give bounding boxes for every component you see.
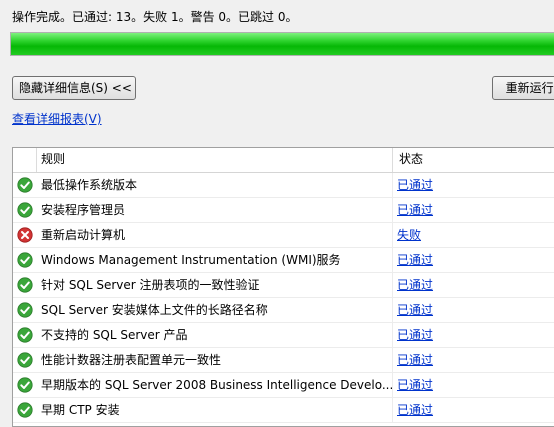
rule-name: 最低操作系统版本 (37, 173, 393, 197)
status-cell: 已通过 (393, 198, 554, 222)
check-circle-icon (13, 377, 37, 393)
table-row[interactable]: 重新启动计算机 失败 (13, 223, 554, 248)
check-circle-icon (13, 402, 37, 418)
x-circle-icon (13, 227, 37, 243)
table-row[interactable]: 最低操作系统版本 已通过 (13, 173, 554, 198)
table-row[interactable]: 针对 SQL Server 注册表项的一致性验证 已通过 (13, 273, 554, 298)
rule-name: Windows Management Instrumentation (WMI)… (37, 248, 393, 272)
status-link[interactable]: 已通过 (397, 353, 433, 367)
table-row[interactable]: 早期版本的 SQL Server 2008 Business Intellige… (13, 373, 554, 398)
status-summary: 操作完成。已通过: 13。失败 1。警告 0。已跳过 0。 (12, 10, 298, 24)
rerun-button[interactable]: 重新运行( (492, 76, 554, 100)
status-link[interactable]: 已通过 (397, 203, 433, 217)
status-cell: 已通过 (393, 398, 554, 422)
header-icon-column (13, 148, 37, 172)
rule-name: SQL Server 安装媒体上文件的长路径名称 (37, 298, 393, 322)
status-cell: 已通过 (393, 173, 554, 197)
table-row[interactable]: Windows Management Instrumentation (WMI)… (13, 248, 554, 273)
rule-name: 早期 CTP 安装 (37, 398, 393, 422)
status-cell: 已通过 (393, 323, 554, 347)
hide-details-button[interactable]: 隐藏详细信息(S) << (12, 76, 136, 100)
check-circle-icon (13, 327, 37, 343)
table-row[interactable]: 不支持的 SQL Server 产品 已通过 (13, 323, 554, 348)
table-row[interactable]: SQL Server 安装媒体上文件的长路径名称 已通过 (13, 298, 554, 323)
rule-name: 早期版本的 SQL Server 2008 Business Intellige… (37, 373, 393, 397)
header-rule[interactable]: 规则 (37, 148, 393, 172)
rule-name: 重新启动计算机 (37, 223, 393, 247)
progress-bar (10, 32, 554, 56)
table-header: 规则 状态 (13, 148, 554, 173)
check-circle-icon (13, 252, 37, 268)
rule-name: 针对 SQL Server 注册表项的一致性验证 (37, 273, 393, 297)
check-circle-icon (13, 277, 37, 293)
check-circle-icon (13, 202, 37, 218)
check-circle-icon (13, 352, 37, 368)
table-row[interactable]: 性能计数器注册表配置单元一致性 已通过 (13, 348, 554, 373)
status-link[interactable]: 已通过 (397, 403, 433, 417)
check-circle-icon (13, 302, 37, 318)
status-link[interactable]: 已通过 (397, 378, 433, 392)
table-body: 最低操作系统版本 已通过 安装程序管理员 已通过 重新启动计算机 失败 Windows Ma… (13, 173, 554, 423)
status-cell: 已通过 (393, 248, 554, 272)
status-link[interactable]: 失败 (397, 228, 421, 242)
status-cell: 已通过 (393, 373, 554, 397)
status-link[interactable]: 已通过 (397, 278, 433, 292)
status-link[interactable]: 已通过 (397, 328, 433, 342)
progress-fill (11, 33, 554, 55)
header-status[interactable]: 状态 (393, 148, 554, 172)
status-link[interactable]: 已通过 (397, 178, 433, 192)
rule-name: 不支持的 SQL Server 产品 (37, 323, 393, 347)
view-detailed-report-link[interactable]: 查看详细报表(V) (12, 110, 102, 127)
status-cell: 已通过 (393, 298, 554, 322)
status-link[interactable]: 已通过 (397, 303, 433, 317)
rules-table: 规则 状态 最低操作系统版本 已通过 安装程序管理员 已通过 重新启动计算机 失败 Wind… (12, 147, 554, 427)
status-cell: 失败 (393, 223, 554, 247)
check-circle-icon (13, 177, 37, 193)
status-cell: 已通过 (393, 273, 554, 297)
rule-name: 安装程序管理员 (37, 198, 393, 222)
table-row[interactable]: 安装程序管理员 已通过 (13, 198, 554, 223)
status-link[interactable]: 已通过 (397, 253, 433, 267)
rule-name: 性能计数器注册表配置单元一致性 (37, 348, 393, 372)
status-cell: 已通过 (393, 348, 554, 372)
